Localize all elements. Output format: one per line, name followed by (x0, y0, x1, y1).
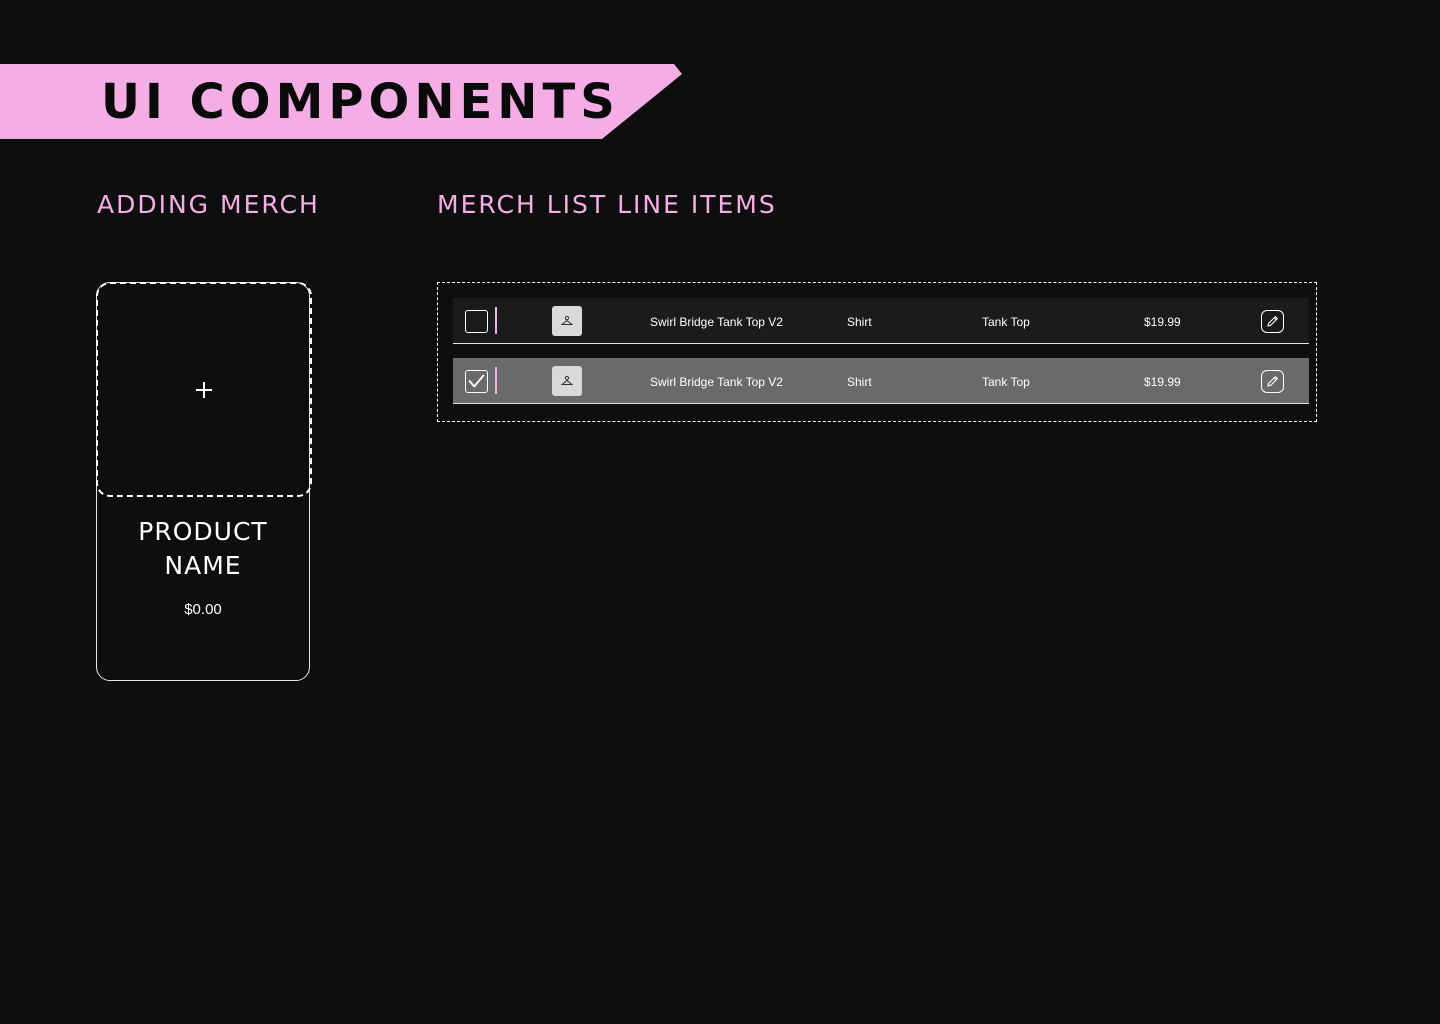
edit-button[interactable] (1261, 370, 1284, 393)
item-category: Shirt (847, 375, 872, 389)
row-divider (495, 367, 497, 394)
section-heading-merch-list: MERCH LIST LINE ITEMS (437, 190, 777, 219)
item-name: Swirl Bridge Tank Top V2 (650, 315, 783, 329)
checkmark-icon (468, 374, 485, 388)
pencil-icon (1267, 376, 1278, 387)
row-divider (495, 307, 497, 334)
page: UI COMPONENTS ADDING MERCH MERCH LIST LI… (0, 0, 1440, 1024)
item-type: Tank Top (982, 375, 1030, 389)
add-image-dropzone[interactable] (96, 282, 312, 497)
merch-line-item[interactable]: Swirl Bridge Tank Top V2 Shirt Tank Top … (453, 298, 1309, 344)
product-price: $0.00 (184, 601, 222, 618)
product-thumbnail (552, 366, 582, 396)
hanger-icon (561, 315, 573, 325)
plus-icon[interactable] (195, 381, 213, 399)
hanger-icon (561, 375, 573, 385)
item-price: $19.99 (1144, 315, 1181, 329)
item-type: Tank Top (982, 315, 1030, 329)
row-checkbox-checked[interactable] (465, 370, 488, 393)
row-checkbox[interactable] (465, 310, 488, 333)
add-merch-card[interactable]: PRODUCT NAME $0.00 (96, 282, 312, 681)
page-title: UI COMPONENTS (101, 74, 620, 130)
item-category: Shirt (847, 315, 872, 329)
merch-line-item-selected[interactable]: Swirl Bridge Tank Top V2 Shirt Tank Top … (453, 358, 1309, 404)
product-thumbnail (552, 306, 582, 336)
item-price: $19.99 (1144, 375, 1181, 389)
section-heading-adding-merch: ADDING MERCH (97, 190, 320, 219)
product-name: PRODUCT NAME (138, 517, 268, 580)
edit-button[interactable] (1261, 310, 1284, 333)
item-name: Swirl Bridge Tank Top V2 (650, 375, 783, 389)
pencil-icon (1267, 316, 1278, 327)
